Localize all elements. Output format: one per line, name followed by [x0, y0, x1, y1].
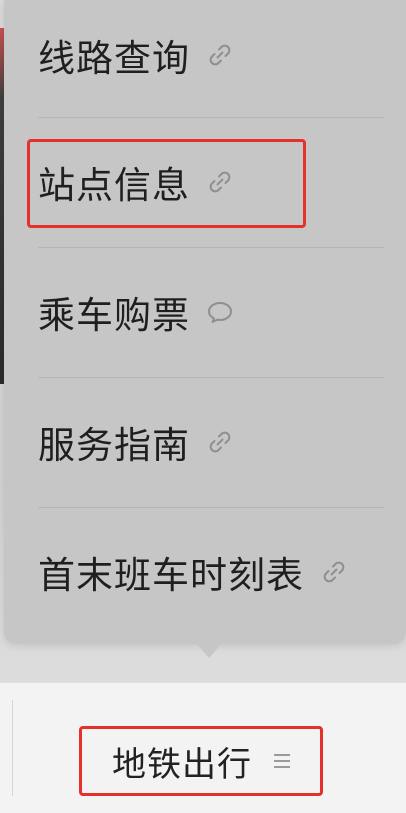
menu-item-label: 服务指南	[38, 424, 190, 467]
menu-item-service-guide[interactable]: 服务指南	[4, 387, 406, 497]
link-icon	[206, 41, 234, 69]
metro-travel-tab[interactable]: 地铁出行	[82, 728, 320, 794]
hamburger-menu-icon	[274, 754, 290, 768]
menu-item-timetable[interactable]: 首末班车时刻表	[4, 517, 406, 627]
menu-item-ticket-purchase[interactable]: 乘车购票	[4, 257, 406, 367]
link-icon	[206, 168, 234, 196]
chat-bubble-icon	[206, 298, 234, 326]
popover-arrow	[195, 642, 223, 658]
menu-item-label: 站点信息	[38, 164, 190, 207]
link-icon	[206, 428, 234, 456]
bottom-bar-divider	[12, 700, 13, 796]
menu-divider	[38, 377, 384, 378]
menu-item-label: 线路查询	[38, 37, 190, 80]
menu-divider	[38, 507, 384, 508]
menu-item-route-query[interactable]: 线路查询	[4, 0, 406, 110]
menu-divider	[38, 117, 384, 118]
menu-item-station-info[interactable]: 站点信息	[4, 127, 406, 237]
menu-popover: 线路查询 站点信息 乘车购票 服务指南 首末班车时刻表	[4, 0, 406, 644]
menu-item-label: 乘车购票	[38, 294, 190, 337]
menu-item-label: 首末班车时刻表	[38, 554, 304, 597]
tab-label: 地铁出行	[112, 744, 252, 785]
menu-divider	[38, 247, 384, 248]
link-icon	[320, 558, 348, 586]
